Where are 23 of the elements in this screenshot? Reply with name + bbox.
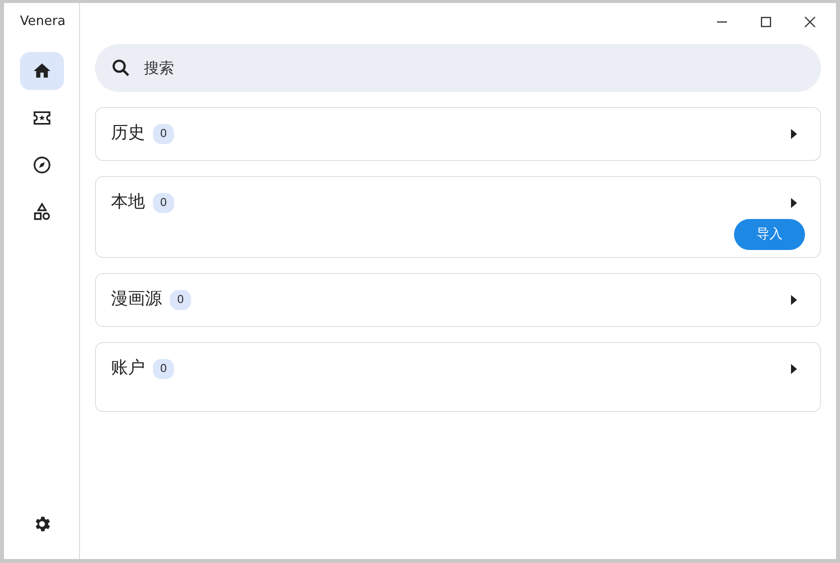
close-icon: [804, 16, 816, 28]
count-badge: 0: [170, 290, 191, 310]
search-icon: [110, 57, 132, 79]
section-title: 历史: [111, 122, 145, 146]
maximize-icon: [760, 16, 772, 28]
caret-icon: [790, 364, 798, 374]
compass-icon: [32, 154, 52, 174]
count-badge: 0: [153, 192, 174, 214]
count-badge: 0: [153, 124, 174, 144]
caret-icon: [790, 129, 798, 139]
nav-item[interactable]: [20, 52, 64, 90]
search-bar[interactable]: 搜索: [95, 44, 821, 92]
shapes-icon: [32, 202, 52, 222]
app-title: Venera: [20, 13, 66, 31]
home-icon: [32, 60, 52, 80]
section-title: 本地: [111, 191, 145, 214]
section-title: 漫画源: [111, 288, 162, 312]
count-badge: 0: [153, 358, 174, 380]
caret-icon: [790, 198, 798, 208]
section-title: 账户: [111, 357, 145, 380]
import-button[interactable]: 导入: [734, 219, 805, 250]
search-field[interactable]: 搜索: [142, 56, 821, 80]
caret-icon: [790, 295, 798, 305]
